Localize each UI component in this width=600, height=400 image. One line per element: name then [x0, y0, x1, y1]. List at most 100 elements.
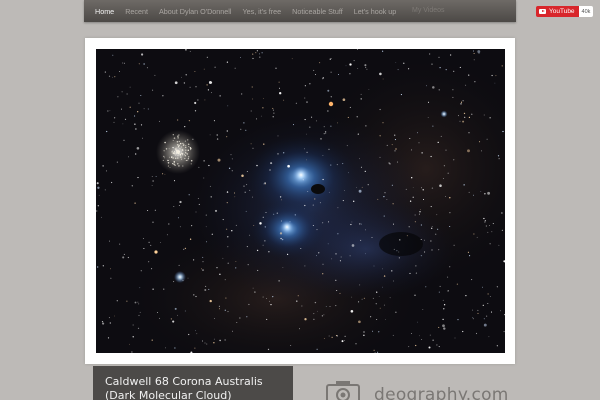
star: [468, 116, 471, 119]
star: [234, 192, 235, 194]
star: [137, 327, 140, 330]
star: [263, 98, 264, 100]
star: [97, 205, 99, 207]
star: [107, 110, 109, 112]
nav-item-noticeable-stuff[interactable]: Noticeable Stuff: [292, 7, 343, 16]
star: [484, 221, 486, 223]
star: [313, 69, 315, 71]
star: [424, 251, 426, 253]
star: [440, 135, 442, 137]
star: [501, 229, 504, 232]
star: [210, 82, 213, 84]
star: [256, 164, 258, 167]
star: [301, 305, 303, 307]
star: [437, 141, 439, 144]
cluster-star: [181, 150, 183, 152]
star: [152, 89, 154, 91]
star: [256, 249, 259, 252]
nav-item-free[interactable]: Yes, it's free: [242, 7, 281, 16]
star: [472, 50, 474, 52]
star: [98, 194, 100, 196]
star: [286, 253, 289, 256]
star: [296, 300, 298, 302]
star: [155, 175, 157, 177]
nav-item-home[interactable]: Home: [95, 7, 114, 16]
star: [168, 223, 170, 225]
star: [225, 297, 227, 299]
star: [262, 216, 264, 218]
star: [353, 60, 355, 62]
star: [184, 247, 187, 250]
star: [330, 71, 332, 73]
star: [378, 331, 380, 333]
star: [129, 106, 131, 108]
star: [492, 223, 494, 225]
star: [119, 70, 121, 72]
star: [372, 330, 374, 332]
cluster-star: [176, 153, 177, 155]
nav-item-about[interactable]: About Dylan O'Donnell: [159, 7, 232, 16]
cluster-star: [178, 144, 180, 147]
star: [392, 223, 395, 225]
star: [342, 163, 344, 165]
star: [498, 244, 500, 246]
star: [477, 50, 481, 54]
star: [330, 96, 332, 98]
star: [459, 120, 461, 122]
star: [122, 62, 124, 64]
cluster-star: [172, 134, 174, 136]
cluster-star: [167, 165, 169, 167]
star: [347, 116, 349, 118]
star: [278, 81, 280, 83]
star: [366, 68, 368, 70]
star: [483, 318, 485, 320]
star: [306, 151, 308, 154]
star: [219, 339, 221, 342]
star: [273, 112, 275, 114]
star: [304, 85, 306, 87]
cluster-star: [184, 157, 186, 160]
site-brand[interactable]: deography.com: [326, 380, 509, 400]
star: [462, 330, 464, 333]
star: [230, 154, 232, 156]
star: [135, 153, 137, 155]
star: [363, 334, 365, 336]
star: [432, 339, 434, 341]
star: [107, 337, 110, 339]
star: [281, 199, 282, 201]
star: [406, 235, 408, 237]
star: [270, 303, 272, 306]
cluster-star: [179, 148, 181, 150]
star: [270, 162, 273, 165]
star: [339, 292, 341, 294]
youtube-subscribe-button[interactable]: YouTube 40k: [536, 6, 594, 17]
star: [279, 92, 282, 95]
cluster-star: [182, 142, 184, 145]
star: [327, 89, 330, 92]
my-videos-link[interactable]: My Videos: [412, 7, 445, 14]
star: [226, 61, 229, 63]
star: [422, 189, 424, 191]
nav-item-recent[interactable]: Recent: [125, 7, 148, 16]
star: [485, 225, 487, 227]
star: [202, 269, 204, 271]
nav-item-hook-up[interactable]: Let's hook up: [354, 7, 397, 16]
star: [392, 334, 394, 336]
star: [457, 318, 459, 321]
star: [502, 130, 504, 133]
star: [184, 125, 186, 128]
star: [309, 126, 311, 128]
featured-photo[interactable]: [96, 49, 505, 353]
star: [447, 276, 449, 278]
star: [463, 184, 465, 186]
star: [379, 72, 382, 76]
star: [177, 217, 179, 219]
star: [460, 101, 463, 103]
star: [119, 243, 121, 245]
star: [322, 222, 324, 224]
star: [392, 203, 394, 205]
star: [181, 76, 182, 78]
star: [244, 191, 246, 193]
star: [261, 52, 263, 54]
cluster-star: [175, 147, 177, 149]
